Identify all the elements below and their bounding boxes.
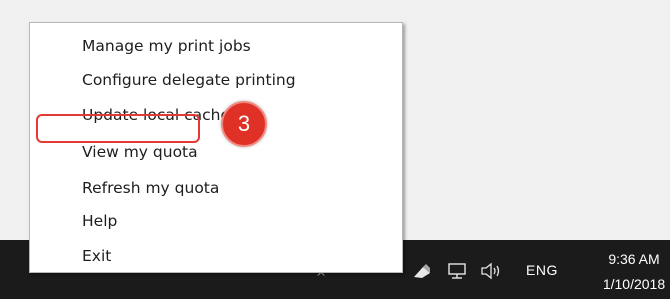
network-icon[interactable]	[446, 262, 470, 280]
menu-item-help[interactable]: Help	[82, 207, 117, 235]
input-language-indicator[interactable]: ENG	[526, 262, 558, 278]
step-number-badge: 3	[221, 101, 267, 147]
menu-item-manage-print-jobs[interactable]: Manage my print jobs	[82, 32, 251, 60]
tray-context-menu: Manage my print jobs Configure delegate …	[29, 22, 403, 273]
taskbar-clock[interactable]: 9:36 AM 1/10/2018	[598, 247, 670, 297]
clock-date: 1/10/2018	[602, 276, 666, 292]
view-my-quota-highlight-box	[36, 114, 200, 143]
menu-item-exit[interactable]: Exit	[82, 242, 111, 270]
papercut-tray-icon[interactable]	[410, 262, 434, 280]
clock-time: 9:36 AM	[608, 251, 660, 267]
menu-item-configure-delegate-printing[interactable]: Configure delegate printing	[82, 66, 296, 94]
menu-item-refresh-my-quota[interactable]: Refresh my quota	[82, 174, 219, 202]
volume-icon[interactable]	[480, 262, 504, 280]
